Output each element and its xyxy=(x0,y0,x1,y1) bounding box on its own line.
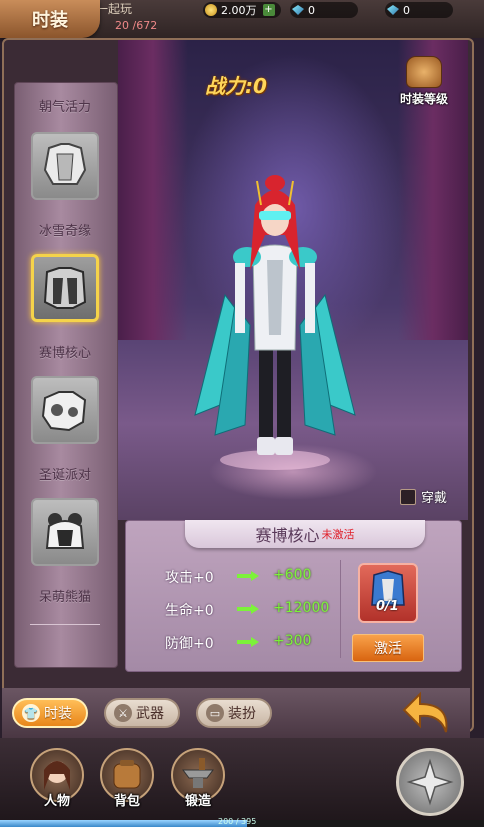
fashion-level-label: 时装等级 xyxy=(399,92,448,106)
nav-character-label: 人物 xyxy=(43,794,70,809)
stat-life-name: 生命+0 xyxy=(165,603,214,619)
wear-label: 穿戴 xyxy=(421,491,448,506)
sidebar-label-3: 圣诞派对 xyxy=(38,468,91,483)
decor-icon: ▭ xyxy=(206,704,224,722)
hp-readout: 20 /672 xyxy=(115,19,158,32)
fashion-bag-icon xyxy=(406,56,442,88)
compass-icon xyxy=(406,758,454,806)
diamond-icon xyxy=(292,5,304,15)
sidebar-label-1: 冰雪奇缘 xyxy=(38,224,91,239)
outfit-icon xyxy=(41,391,87,432)
nav-forge-label: 锻造 xyxy=(184,794,211,809)
sidebar-divider xyxy=(30,624,100,625)
wear-toggle[interactable]: 穿戴 xyxy=(400,487,447,506)
set-piece-count: 0/1 xyxy=(376,599,399,614)
gem-resource-b: 0 xyxy=(385,2,453,18)
gem-b-amount: 0 xyxy=(403,3,410,17)
outfit-slot-0[interactable] xyxy=(31,132,99,200)
set-name: 赛博核心 xyxy=(255,526,320,545)
exp-bar-fill xyxy=(0,820,247,827)
sidebar-label-2: 赛博核心 xyxy=(38,346,91,361)
outfit-icon xyxy=(43,143,87,185)
stat-defense-name: 防御+0 xyxy=(165,636,214,652)
shirt-icon: 👕 xyxy=(22,704,40,722)
nav-backpack[interactable]: 背包 xyxy=(97,748,157,809)
gold-amount: 2.00万 xyxy=(221,4,257,17)
outfit-slot-3[interactable] xyxy=(31,498,99,566)
stat-defense-bonus: +300 xyxy=(273,633,312,649)
card-divider xyxy=(340,560,341,658)
joystick-button[interactable] xyxy=(396,748,464,816)
diamond-icon xyxy=(387,5,399,15)
outfit-slot-1-selected[interactable] xyxy=(31,254,99,322)
curtain-left xyxy=(118,40,188,340)
gem-resource-a: 0 xyxy=(290,2,358,18)
tab-decor-label: 装扮 xyxy=(228,706,256,722)
back-arrow-icon[interactable] xyxy=(400,690,454,736)
tab-fashion[interactable]: 👕 时装 xyxy=(12,698,88,728)
gold-resource: 2.00万 + xyxy=(203,2,281,18)
character-model xyxy=(194,175,356,470)
set-piece-slot[interactable]: 0/1 xyxy=(358,563,418,623)
outfit-icon xyxy=(45,513,85,549)
arrow-right-icon xyxy=(237,571,259,581)
stat-attack-name: 攻击+0 xyxy=(165,570,214,586)
nav-character[interactable]: 人物 xyxy=(27,748,87,809)
exp-text: 200 / 395 xyxy=(218,817,257,826)
add-gold-icon[interactable]: + xyxy=(262,4,275,16)
sidebar-label-4: 呆萌熊猫 xyxy=(38,590,91,605)
fashion-level-button[interactable]: 时装等级 xyxy=(392,56,456,107)
nav-backpack-label: 背包 xyxy=(113,794,140,809)
combat-power-label: 战力: xyxy=(205,74,253,98)
friend-text: 一起玩 xyxy=(96,2,133,16)
set-title-bar: 赛博核心 未激活 xyxy=(185,520,425,548)
stat-life-bonus: +12000 xyxy=(273,600,330,616)
sidebar-label-0: 朝气活力 xyxy=(38,100,91,115)
activate-button[interactable]: 激活 xyxy=(352,634,424,662)
arrow-right-icon xyxy=(237,604,259,614)
outfit-slot-2[interactable] xyxy=(31,376,99,444)
tab-weapon-label: 武器 xyxy=(136,706,164,722)
set-status: 未激活 xyxy=(321,528,355,541)
gold-coin-icon xyxy=(205,4,217,16)
arrow-right-icon xyxy=(237,637,259,647)
gem-a-amount: 0 xyxy=(308,3,315,17)
outfit-icon xyxy=(43,267,87,309)
wear-checkbox[interactable] xyxy=(400,488,416,505)
tab-decor[interactable]: ▭ 装扮 xyxy=(196,698,272,728)
tab-fashion-label: 时装 xyxy=(44,706,72,722)
tab-weapon[interactable]: ⚔ 武器 xyxy=(104,698,180,728)
stat-attack-bonus: +600 xyxy=(273,567,312,583)
weapon-icon: ⚔ xyxy=(114,704,132,722)
combat-power-value: 0 xyxy=(253,74,267,98)
nav-forge[interactable]: 锻造 xyxy=(168,748,228,809)
page-title: 时装 xyxy=(0,0,100,38)
combat-power: 战力:0 xyxy=(205,70,267,99)
